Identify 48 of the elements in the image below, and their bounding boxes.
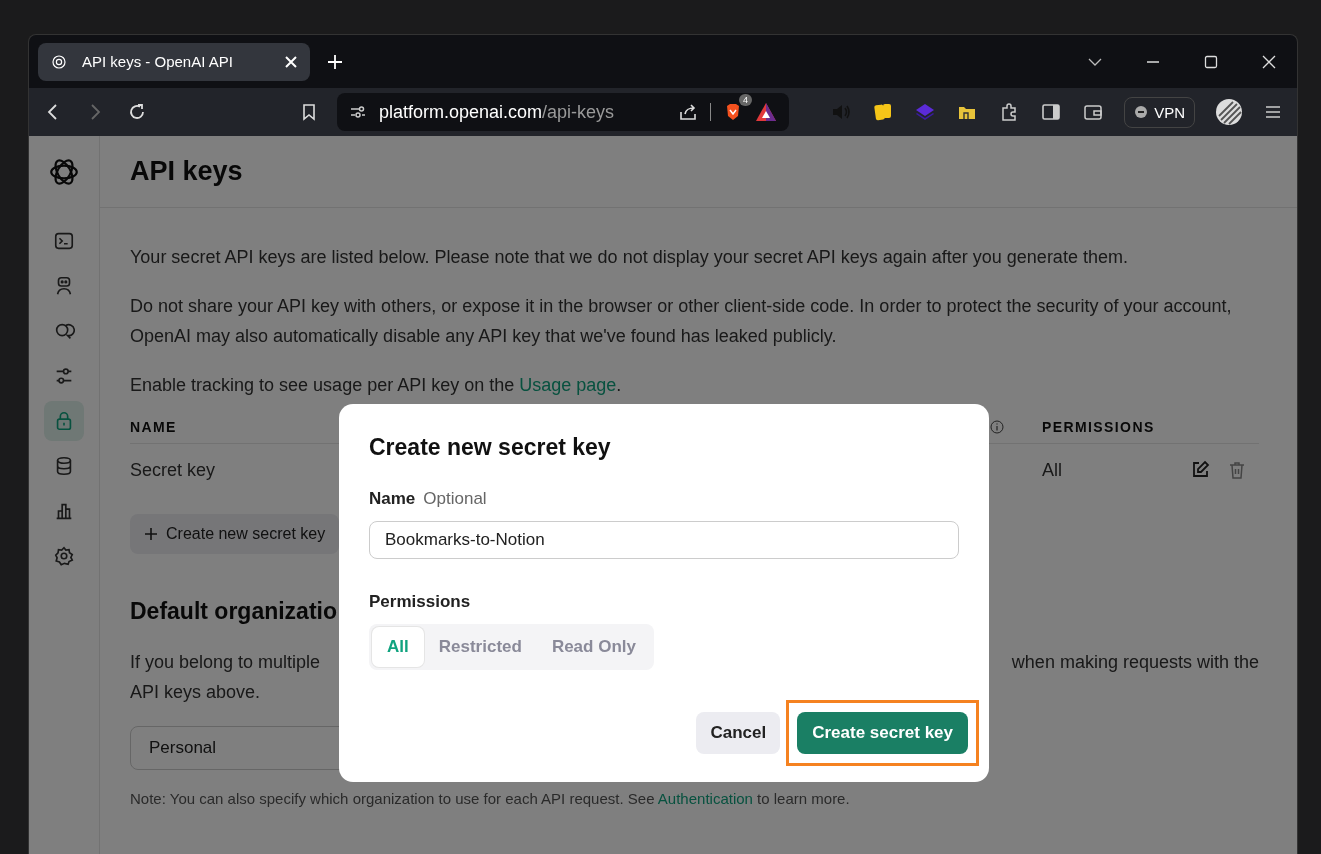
permission-option[interactable]: Restricted xyxy=(423,627,537,667)
field-hint: Optional xyxy=(423,489,487,509)
tab-title: API keys - OpenAI API xyxy=(82,53,234,70)
plus-icon xyxy=(144,527,158,541)
description-text: Your secret API keys are listed below. Please note that we do not display your secret API keys again after you generate them. xyxy=(130,246,1129,269)
name-input-field[interactable]: Bookmarks-to-Notion xyxy=(369,521,959,559)
new-tab-icon[interactable] xyxy=(326,52,344,71)
tracking-text: Enable tracking to see usage per API key on the Usage page. xyxy=(130,374,623,397)
permission-option[interactable]: All xyxy=(372,627,424,667)
trash-icon[interactable] xyxy=(1227,460,1247,480)
column-header: NAME xyxy=(130,419,178,435)
description-text: Do not share your API key with others, or expose it in the browser or other client-side code. In order to protect the security of your account, OpenAI may also automatically disable any API key that we've found has leaked publicly. xyxy=(130,295,1233,348)
logo-icon xyxy=(50,52,68,71)
share-icon[interactable] xyxy=(678,102,698,122)
description-text: If you belong to multiple xyxy=(130,651,321,674)
page-title: API keys xyxy=(130,156,243,187)
profile-avatar-icon[interactable] xyxy=(1215,98,1243,126)
key-name-cell-text: Secret key xyxy=(130,459,217,481)
shield-count-badge: 4 xyxy=(739,94,752,106)
address-bar[interactable]: platform.openai.com/api-keys 4 xyxy=(337,93,789,131)
site-settings-icon[interactable] xyxy=(349,103,367,121)
cancel-button[interactable]: Cancel xyxy=(696,712,781,754)
create-secret-key-button[interactable]: Create secret key xyxy=(797,712,968,754)
triangle-icon[interactable] xyxy=(755,101,777,123)
permission-option[interactable]: Read Only xyxy=(536,627,651,667)
column-header: PERMISSIONS xyxy=(1042,419,1156,435)
browser-tab[interactable]: API keys - OpenAI API xyxy=(38,42,310,81)
field-label: Permissions xyxy=(369,592,472,612)
vpn-off-icon xyxy=(1134,105,1149,119)
close-icon[interactable] xyxy=(1261,53,1277,70)
description-text: API keys above. xyxy=(130,681,262,704)
create-key-button[interactable]: Create new secret key xyxy=(130,514,340,554)
field-label: Name xyxy=(369,489,416,509)
url-text: platform.openai.com/api-keys xyxy=(379,101,616,123)
terminal-icon xyxy=(53,230,75,252)
permissions-cell-text: All xyxy=(1042,459,1063,481)
info-icon[interactable] xyxy=(990,420,1004,434)
vpn-button[interactable]: VPN xyxy=(1124,96,1195,128)
edit-icon[interactable] xyxy=(1190,460,1210,480)
description-text: when making requests with the xyxy=(1011,651,1259,674)
maximize-icon[interactable] xyxy=(1203,53,1219,70)
reload-icon[interactable] xyxy=(127,102,147,122)
section-heading: Default organizatio xyxy=(130,598,337,625)
settings-icon xyxy=(53,545,75,567)
dialog-title: Create new secret key xyxy=(369,434,612,461)
logo-icon[interactable] xyxy=(48,156,80,188)
note-text: Note: You can also specify which organization to use for each API request. See Authentication to learn more. xyxy=(130,790,851,807)
sidebar-panel-icon[interactable] xyxy=(1040,101,1063,123)
